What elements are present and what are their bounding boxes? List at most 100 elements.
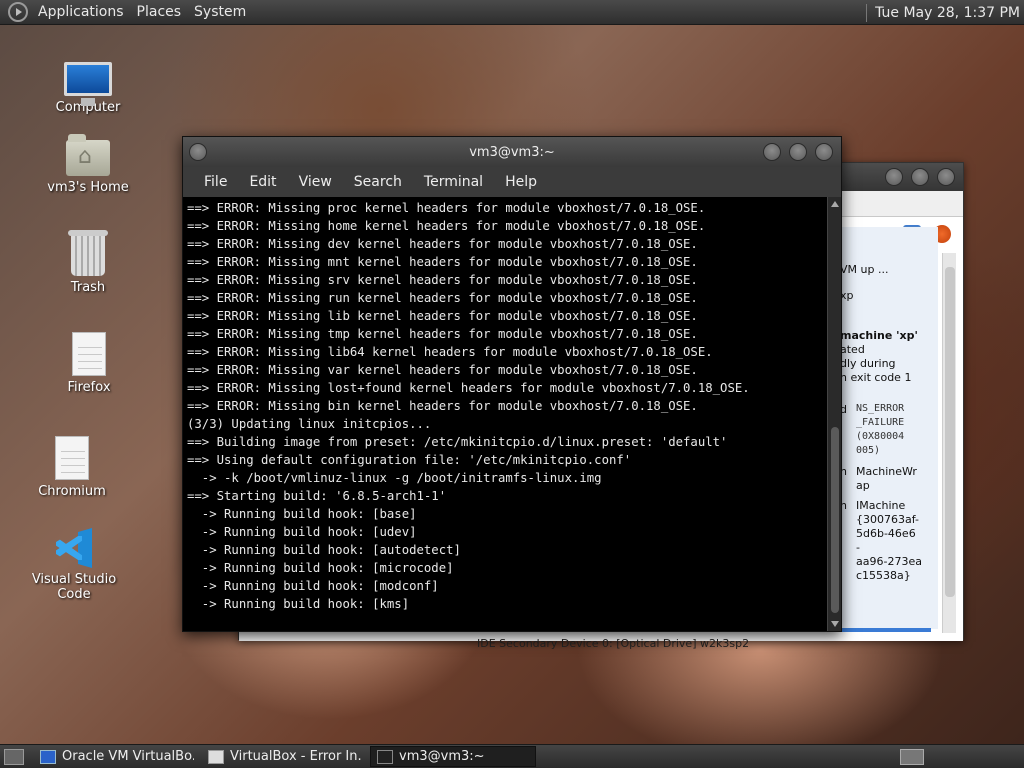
taskbar-item-virtualbox[interactable]: Oracle VM VirtualBo... (34, 746, 194, 767)
terminal-line: -> Running build hook: [autodetect] (187, 543, 461, 557)
terminal-line: ==> ERROR: Missing srv kernel headers fo… (187, 273, 698, 287)
menu-terminal[interactable]: Terminal (413, 174, 494, 190)
terminal-window[interactable]: vm3@vm3:~ File Edit View Search Terminal… (182, 136, 842, 632)
terminal-icon (377, 749, 393, 764)
terminal-line: -> Running build hook: [base] (187, 507, 417, 521)
terminal-title: vm3@vm3:~ (469, 144, 555, 160)
taskbar-item-label: Oracle VM VirtualBo... (62, 749, 194, 764)
scrollbar-thumb[interactable] (945, 267, 955, 597)
desktop-icon-chromium[interactable]: Chromium (17, 428, 127, 499)
terminal-line: (3/3) Updating linux initcpios... (187, 417, 432, 431)
clock-separator (866, 3, 868, 22)
terminal-line: ==> Using default configuration file: '/… (187, 453, 632, 467)
terminal-line: ==> ERROR: Missing lib kernel headers fo… (187, 309, 698, 323)
document-icon (72, 332, 106, 376)
main-menu-icon[interactable] (8, 2, 28, 22)
trash-icon (68, 230, 108, 276)
menu-view[interactable]: View (288, 174, 343, 190)
virtualbox-icon (40, 749, 56, 764)
applications-menu[interactable]: Applications (34, 4, 133, 20)
desktop-icon-label: Trash (70, 280, 106, 295)
panel-line: ated (840, 343, 865, 356)
interface-line: {300763af- (856, 513, 919, 526)
scroll-up-arrow-icon[interactable] (831, 201, 839, 207)
device-info-text: IDE Secondary Device 0: [Optical Drive] … (477, 637, 750, 650)
component-line: MachineWr (856, 465, 917, 478)
component-line: ap (856, 479, 870, 492)
error-panel: VM up ... xp machine 'xp' ated dly durin… (835, 227, 938, 629)
terminal-line: ==> ERROR: Missing tmp kernel headers fo… (187, 327, 698, 341)
taskbar-item-terminal[interactable]: vm3@vm3:~ (370, 746, 536, 767)
close-button[interactable] (937, 168, 955, 186)
minimize-button[interactable] (885, 168, 903, 186)
desktop-icon-trash[interactable]: Trash (33, 224, 143, 295)
desktop-icon-home[interactable]: vm3's Home (33, 124, 143, 195)
progress-bar (831, 628, 931, 632)
menu-help[interactable]: Help (494, 174, 548, 190)
panel-line: h exit code 1 (840, 371, 912, 384)
interface-line: - (856, 541, 860, 554)
window-menu-button[interactable] (189, 143, 207, 161)
menu-file[interactable]: File (193, 174, 238, 190)
clock-area[interactable]: Tue May 28, 1:37 PM (866, 0, 1020, 25)
show-desktop-icon[interactable] (4, 748, 24, 765)
document-icon (55, 436, 89, 480)
terminal-line: ==> ERROR: Missing run kernel headers fo… (187, 291, 698, 305)
menu-edit[interactable]: Edit (238, 174, 287, 190)
panel-line: xp (840, 289, 854, 302)
terminal-line: -> Running build hook: [udev] (187, 525, 417, 539)
terminal-line: ==> ERROR: Missing var kernel headers fo… (187, 363, 698, 377)
terminal-line: -> Running build hook: [modconf] (187, 579, 439, 593)
top-panel: Applications Places System Tue May 28, 1… (0, 0, 1024, 25)
panel-line: dly during (840, 357, 896, 370)
maximize-button[interactable] (789, 143, 807, 161)
workspace-switcher[interactable] (900, 749, 924, 765)
scrollbar-thumb[interactable] (831, 427, 839, 613)
error-code-line: 005) (856, 445, 881, 456)
desktop-icon-label: vm3's Home (47, 180, 129, 195)
terminal-line: ==> ERROR: Missing mnt kernel headers fo… (187, 255, 698, 269)
taskbar-item-label: VirtualBox - Error In... (230, 749, 362, 764)
error-code-line: NS_ERROR (856, 403, 905, 414)
terminal-line: ==> ERROR: Missing home kernel headers f… (187, 219, 706, 233)
computer-icon (64, 62, 112, 106)
interface-line: 5d6b-46e6 (856, 527, 916, 540)
panel-line: machine 'xp' (840, 329, 918, 342)
terminal-menubar: File Edit View Search Terminal Help (183, 167, 841, 197)
terminal-line: ==> ERROR: Missing lib64 kernel headers … (187, 345, 713, 359)
terminal-line: ==> ERROR: Missing dev kernel headers fo… (187, 237, 698, 251)
terminal-line: -> Running build hook: [kms] (187, 597, 410, 611)
desktop-icon-label: Firefox (67, 380, 111, 395)
desktop-icon-vscode[interactable]: Visual Studio Code (19, 516, 129, 602)
terminal-line: ==> ERROR: Missing proc kernel headers f… (187, 201, 706, 215)
panel-line: VM up ... (840, 263, 889, 276)
interface-line: IMachine (856, 499, 906, 512)
taskbar-item-label: vm3@vm3:~ (399, 749, 485, 764)
error-code-line: (0X80004 (856, 431, 905, 442)
desktop-icon-firefox[interactable]: Firefox (34, 324, 144, 395)
vertical-scrollbar[interactable] (942, 253, 956, 633)
menu-search[interactable]: Search (343, 174, 413, 190)
vscode-icon (54, 528, 94, 568)
close-button[interactable] (815, 143, 833, 161)
terminal-line: ==> ERROR: Missing lost+found kernel hea… (187, 381, 750, 395)
clock[interactable]: Tue May 28, 1:37 PM (875, 5, 1020, 21)
terminal-output[interactable]: ==> ERROR: Missing proc kernel headers f… (183, 197, 827, 631)
desktop-icon-label: Visual Studio Code (31, 572, 117, 602)
places-menu[interactable]: Places (133, 4, 191, 20)
terminal-line: ==> ERROR: Missing bin kernel headers fo… (187, 399, 698, 413)
terminal-line: -> -k /boot/vmlinuz-linux -g /boot/initr… (187, 471, 602, 485)
interface-line: c15538a} (856, 569, 911, 582)
system-menu[interactable]: System (190, 4, 255, 20)
interface-line: aa96-273ea (856, 555, 922, 568)
minimize-button[interactable] (763, 143, 781, 161)
desktop-icon-computer[interactable]: Computer (33, 44, 143, 115)
maximize-button[interactable] (911, 168, 929, 186)
taskbar-item-error-window[interactable]: VirtualBox - Error In... (202, 746, 362, 767)
terminal-line: -> Running build hook: [microcode] (187, 561, 454, 575)
terminal-titlebar[interactable]: vm3@vm3:~ (183, 137, 841, 167)
terminal-scrollbar[interactable] (827, 197, 841, 631)
scroll-down-arrow-icon[interactable] (831, 621, 839, 627)
error-code-line: _FAILURE (856, 417, 905, 428)
bottom-taskbar: Oracle VM VirtualBo... VirtualBox - Erro… (0, 744, 1024, 768)
